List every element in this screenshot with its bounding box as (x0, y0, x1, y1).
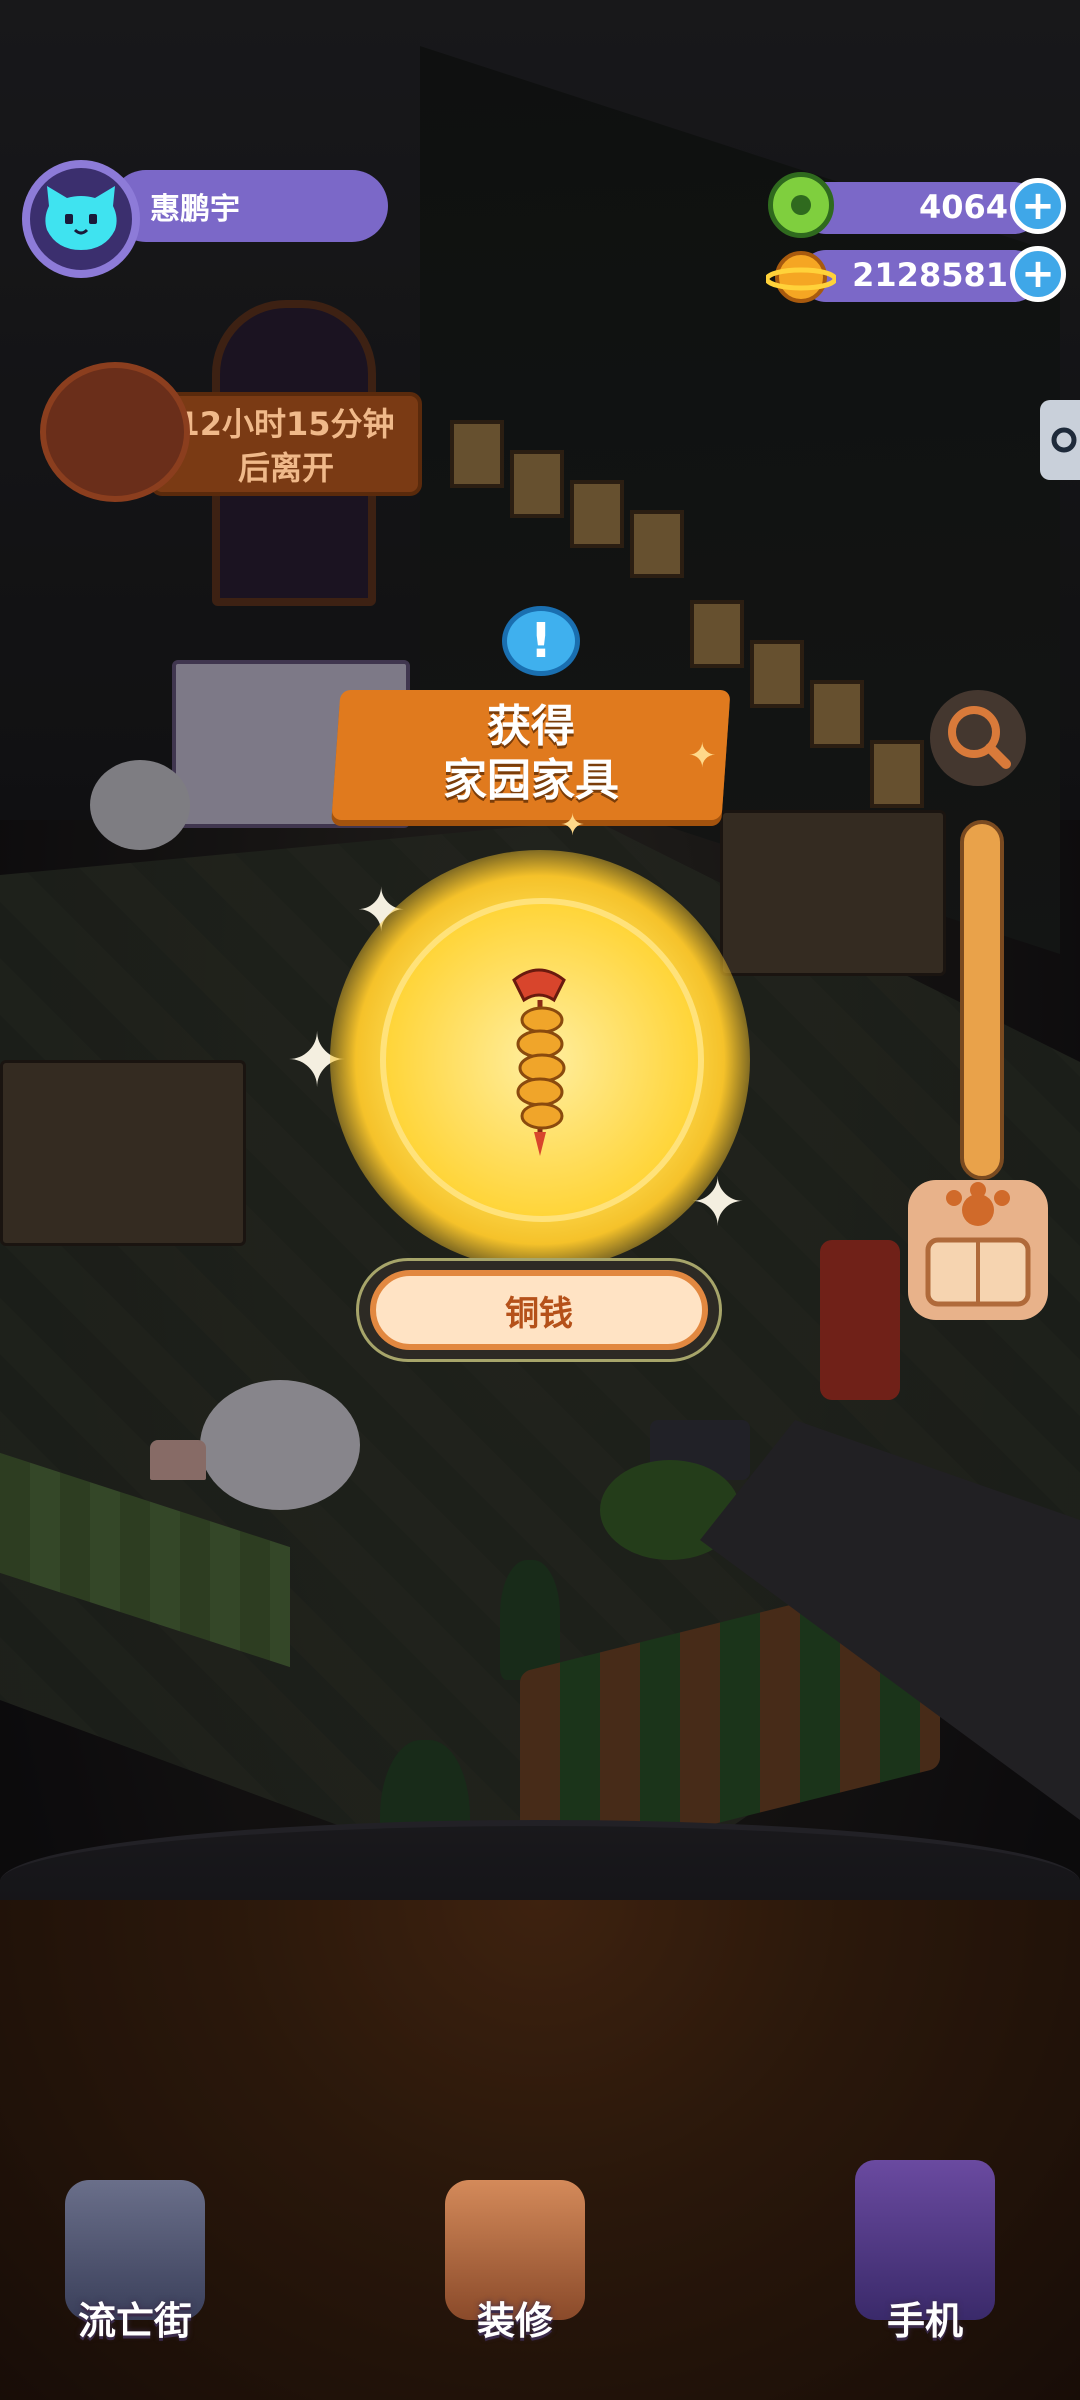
paw-book-icon (925, 1182, 1031, 1307)
item-name-button[interactable]: 铜钱 (370, 1270, 708, 1350)
visitor-timer: 12小时15分钟后离开 (150, 392, 422, 496)
nav-label: 流亡街 (77, 2299, 192, 2343)
copper-coin-string-icon (484, 960, 594, 1160)
plus-icon: + (1021, 183, 1055, 229)
nav-phone[interactable]: 手机 (850, 2160, 1000, 2345)
currency-value-green: 4064 (918, 188, 1008, 226)
sparkle-icon: ✦ (688, 736, 717, 776)
reward-banner-line1: 获得 (487, 701, 575, 752)
share-side-button[interactable] (1040, 400, 1080, 480)
visitor-timer-text: 12小时15分钟后离开 (177, 405, 395, 487)
reward-banner-title: 获得 家园家具 (336, 700, 726, 808)
green-donut-coin-icon (768, 172, 834, 238)
plus-icon: + (1021, 251, 1055, 297)
sparkle-icon: ✦ (560, 808, 586, 843)
nav-decorate[interactable]: 装修 (440, 2180, 590, 2345)
exclamation-icon: ! (530, 613, 552, 669)
player-name: 惠鹏宇 (150, 192, 240, 227)
cat-avatar-icon (45, 186, 117, 250)
orange-planet-coin-icon (764, 244, 838, 310)
paw-book-button[interactable] (908, 1180, 1048, 1320)
item-name-label: 铜钱 (505, 1293, 573, 1334)
avatar[interactable] (22, 160, 140, 278)
alert-bubble: ! (502, 606, 580, 676)
currency-value-orange: 2128581 (852, 256, 1008, 294)
nav-label: 手机 (886, 2299, 963, 2343)
nav-label: 装修 (476, 2299, 553, 2343)
nav-exile-street[interactable]: 流亡街 (60, 2180, 210, 2345)
link-icon (1051, 427, 1077, 453)
zoom-slider[interactable] (960, 820, 1004, 1180)
reward-banner-line2: 家园家具 (443, 755, 619, 806)
magnifier-icon (948, 706, 1011, 769)
visitor-avatar[interactable] (40, 362, 190, 502)
add-green-currency-button[interactable]: + (1010, 178, 1066, 234)
search-button[interactable] (930, 690, 1026, 786)
add-orange-currency-button[interactable]: + (1010, 246, 1066, 302)
